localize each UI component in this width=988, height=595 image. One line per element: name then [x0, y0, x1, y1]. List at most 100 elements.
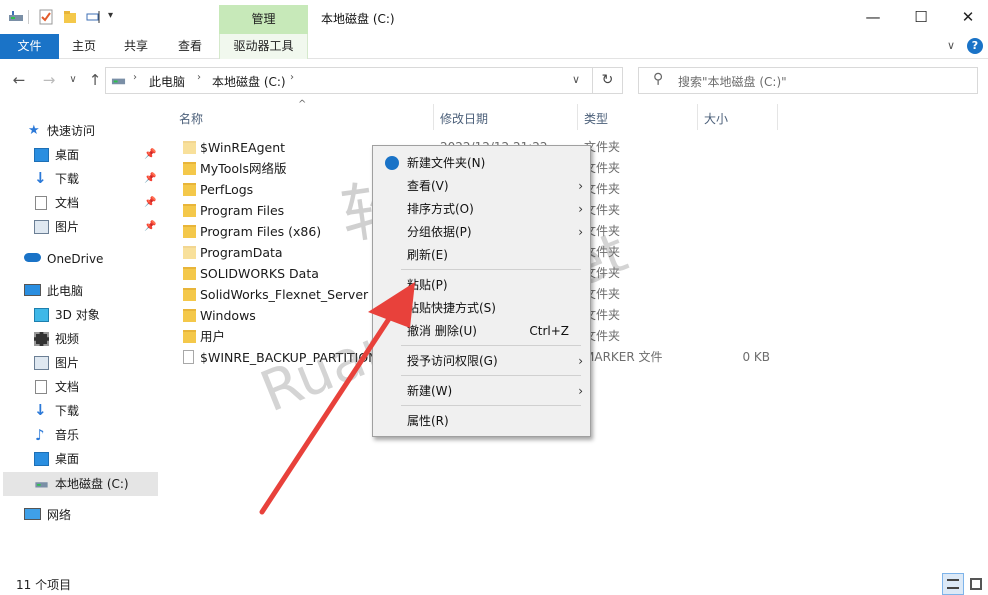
search-input[interactable]: ⚲ 搜索"本地磁盘 (C:)" — [638, 67, 978, 94]
breadcrumb-chevron-icon[interactable]: › — [290, 72, 294, 83]
folder-icon — [183, 267, 196, 280]
menu-separator — [401, 405, 581, 406]
computer-icon — [24, 284, 41, 296]
forward-button[interactable]: → — [40, 71, 58, 89]
address-bar[interactable]: › 此电脑 › 本地磁盘 (C:) › ∨ — [105, 67, 593, 94]
window-title: 本地磁盘 (C:) — [321, 12, 395, 26]
pin-icon[interactable]: 📌 — [144, 168, 156, 190]
tab-home[interactable]: 主页 — [62, 34, 106, 59]
menu-item-view[interactable]: 查看(V) › — [374, 175, 589, 197]
breadcrumb-chevron-icon[interactable]: › — [133, 72, 137, 83]
video-icon — [34, 332, 49, 346]
title-divider — [28, 10, 29, 24]
nav-item-downloads[interactable]: ↓ 下载 📌 — [34, 168, 164, 190]
cube-icon — [34, 308, 49, 322]
breadcrumb-this-pc[interactable]: 此电脑 — [149, 73, 185, 90]
document-icon — [35, 196, 47, 210]
search-placeholder: 搜索"本地磁盘 (C:)" — [678, 75, 787, 89]
folder-icon — [183, 141, 196, 154]
tab-drive-tools[interactable]: 驱动器工具 — [219, 34, 308, 59]
folder-icon — [183, 162, 196, 175]
folder-icon — [183, 183, 196, 196]
picture-icon — [34, 356, 49, 370]
pin-icon[interactable]: 📌 — [144, 216, 156, 238]
file-icon — [183, 350, 194, 364]
drive-icon — [35, 482, 48, 488]
back-button[interactable]: ← — [10, 71, 28, 89]
recent-locations-chevron-icon[interactable]: ∨ — [64, 71, 82, 89]
breadcrumb-chevron-icon[interactable]: › — [197, 72, 201, 83]
column-divider[interactable] — [697, 104, 698, 130]
tab-file[interactable]: 文件 — [0, 34, 59, 59]
menu-item-group[interactable]: 分组依据(P) › — [374, 221, 589, 243]
up-button[interactable]: ↑ — [86, 71, 104, 89]
drive-icon — [111, 78, 126, 85]
pin-icon[interactable]: 📌 — [144, 144, 156, 166]
submenu-arrow-icon: › — [578, 202, 583, 216]
large-icons-view-button[interactable] — [965, 573, 987, 595]
refresh-button[interactable]: ↻ — [593, 67, 623, 94]
menu-item-sort[interactable]: 排序方式(O) › — [374, 198, 589, 220]
expand-ribbon-chevron-icon[interactable]: ∨ — [947, 39, 955, 52]
submenu-arrow-icon: › — [578, 384, 583, 398]
sort-ascending-icon: ^ — [298, 99, 307, 110]
folder-icon — [183, 330, 196, 343]
status-bar: 11 个项目 — [0, 563, 988, 595]
star-icon: ★ — [28, 123, 40, 138]
submenu-arrow-icon: › — [578, 179, 583, 193]
address-history-chevron-icon[interactable]: ∨ — [572, 73, 580, 86]
details-view-button[interactable] — [942, 573, 964, 595]
menu-separator — [401, 375, 581, 376]
music-note-icon: ♪ — [35, 426, 45, 444]
folder-icon — [183, 246, 196, 259]
nav-item-pictures[interactable]: 图片 📌 — [34, 216, 164, 238]
menu-separator — [401, 345, 581, 346]
folder-icon — [183, 288, 196, 301]
submenu-arrow-icon: › — [578, 354, 583, 368]
tab-share[interactable]: 共享 — [114, 34, 158, 59]
column-headers: ^ 名称 修改日期 类型 大小 — [170, 99, 988, 133]
tab-view[interactable]: 查看 — [168, 34, 212, 59]
new-folder-icon[interactable] — [62, 9, 78, 25]
column-header-type[interactable]: 类型 — [584, 110, 608, 127]
menu-item-refresh[interactable]: 刷新(E) — [374, 244, 589, 266]
column-divider[interactable] — [577, 104, 578, 130]
desktop-icon — [34, 148, 49, 162]
large-icons-view-icon — [970, 578, 982, 590]
column-header-name[interactable]: 名称 — [179, 110, 203, 127]
minimize-button[interactable]: — — [850, 0, 896, 34]
explorer-window: ▾ 管理 本地磁盘 (C:) — ☐ ✕ 文件 主页 共享 查看 驱动器工具 ∨… — [0, 0, 988, 595]
column-header-date[interactable]: 修改日期 — [440, 110, 488, 127]
drive-icon — [9, 11, 23, 21]
rename-icon[interactable] — [86, 9, 102, 25]
document-icon — [35, 380, 47, 394]
details-view-icon — [947, 579, 959, 589]
title-bar: ▾ 管理 本地磁盘 (C:) — ☐ ✕ — [0, 0, 988, 34]
pin-icon[interactable]: 📌 — [144, 192, 156, 214]
help-icon[interactable]: ? — [967, 38, 983, 54]
properties-check-icon[interactable] — [38, 9, 54, 25]
nav-item-desktop[interactable]: 桌面 📌 — [34, 144, 164, 166]
cloud-icon — [24, 253, 41, 262]
address-row: ← → ∨ ↑ › 此电脑 › 本地磁盘 (C:) › ∨ ↻ ⚲ 搜索"本地磁… — [0, 59, 988, 101]
folder-icon — [183, 225, 196, 238]
close-button[interactable]: ✕ — [945, 0, 988, 34]
network-icon — [24, 508, 41, 520]
search-icon: ⚲ — [653, 71, 664, 87]
customize-toolbar-chevron-icon[interactable]: ▾ — [108, 10, 113, 21]
navigation-pane: ★ 快速访问 桌面 📌 ↓ 下载 📌 文档 📌 图片 📌 OneDrive 此电… — [0, 101, 166, 563]
menu-separator — [401, 269, 581, 270]
ribbon-tabs: 文件 主页 共享 查看 驱动器工具 ∨ ? — [0, 34, 988, 59]
maximize-button[interactable]: ☐ — [898, 0, 944, 34]
shield-icon — [385, 156, 399, 170]
download-arrow-icon: ↓ — [34, 169, 47, 187]
column-header-size[interactable]: 大小 — [704, 110, 728, 127]
picture-icon — [34, 220, 49, 234]
column-divider[interactable] — [433, 104, 434, 130]
menu-item-new-folder[interactable]: 新建文件夹(N) — [374, 152, 589, 174]
breadcrumb-local-disk[interactable]: 本地磁盘 (C:) — [212, 73, 286, 90]
tab-manage[interactable]: 管理 — [219, 5, 308, 34]
annotation-arrow-icon — [259, 282, 415, 515]
column-divider[interactable] — [777, 104, 778, 130]
nav-item-documents[interactable]: 文档 📌 — [34, 192, 164, 214]
